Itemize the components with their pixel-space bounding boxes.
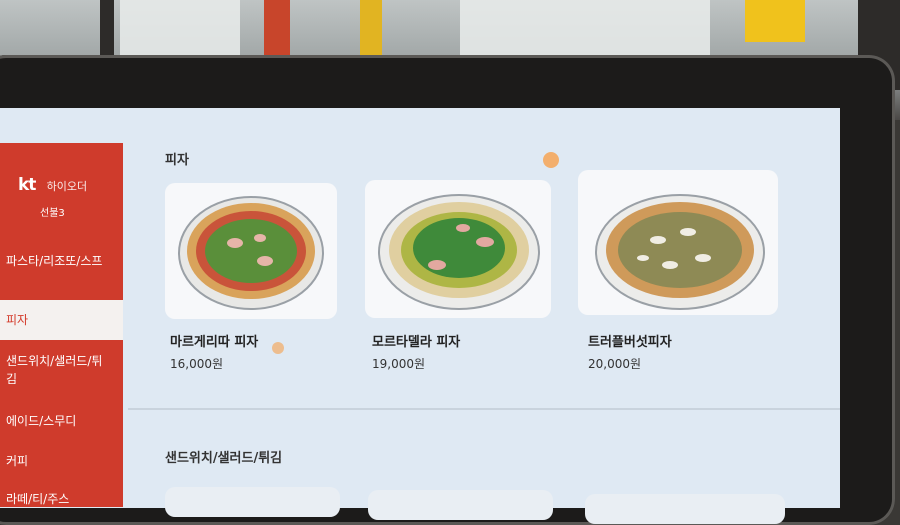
sidebar-item-latte[interactable]: 라떼/티/주스 (0, 490, 123, 508)
menu-item-image[interactable] (578, 170, 778, 315)
brand-name: kt (18, 175, 36, 195)
light-reflection (272, 342, 284, 354)
menu-item-price: 19,000원 (372, 357, 426, 371)
sidebar-item-pasta[interactable]: 파스타/리조또/스프 (0, 252, 118, 270)
menu-item-image[interactable] (585, 494, 785, 524)
menu-item-image[interactable] (165, 183, 337, 319)
menu-item-name[interactable]: 트러플버섯피자 (588, 331, 672, 350)
menu-item-image[interactable] (365, 180, 551, 318)
sidebar-item-label: 라떼/티/주스 (6, 492, 70, 506)
sidebar-item-pizza[interactable]: 피자 (0, 300, 123, 340)
sidebar-item-coffee[interactable]: 커피 (0, 452, 123, 470)
menu-item-price: 16,000원 (170, 357, 224, 371)
pizza-image (595, 194, 765, 310)
sidebar-item-ade[interactable]: 에이드/스무디 (0, 412, 123, 430)
sidebar-item-label: 파스타/리조또/스프 (6, 254, 103, 268)
menu-item-name[interactable]: 마르게리따 피자 (170, 331, 258, 350)
table-number: 선불3 (40, 208, 65, 219)
pizza-image (178, 196, 324, 310)
yellow-object (745, 0, 805, 42)
section-title-sandwich: 샌드위치/샐러드/튀김 (165, 451, 283, 466)
brand-logo: kt 하이오더 (18, 175, 87, 195)
sidebar-item-sandwich[interactable]: 샌드위치/샐러드/튀김 (0, 352, 112, 388)
sidebar-item-label: 에이드/스무디 (6, 414, 77, 428)
sidebar-item-label: 샌드위치/샐러드/튀김 (6, 354, 103, 386)
pizza-image (378, 194, 540, 310)
section-divider (128, 408, 840, 410)
menu-item-price: 20,000원 (588, 357, 642, 371)
menu-item-image[interactable] (165, 487, 340, 517)
menu-item-name[interactable]: 모르타델라 피자 (372, 331, 460, 350)
menu-item-image[interactable] (368, 490, 553, 520)
sidebar-item-label: 커피 (6, 454, 29, 468)
light-reflection (543, 152, 559, 168)
window-glare (460, 0, 710, 55)
section-title-pizza: 피자 (165, 153, 189, 168)
brand-sub: 하이오더 (46, 180, 88, 193)
sidebar-item-label: 피자 (6, 313, 29, 327)
